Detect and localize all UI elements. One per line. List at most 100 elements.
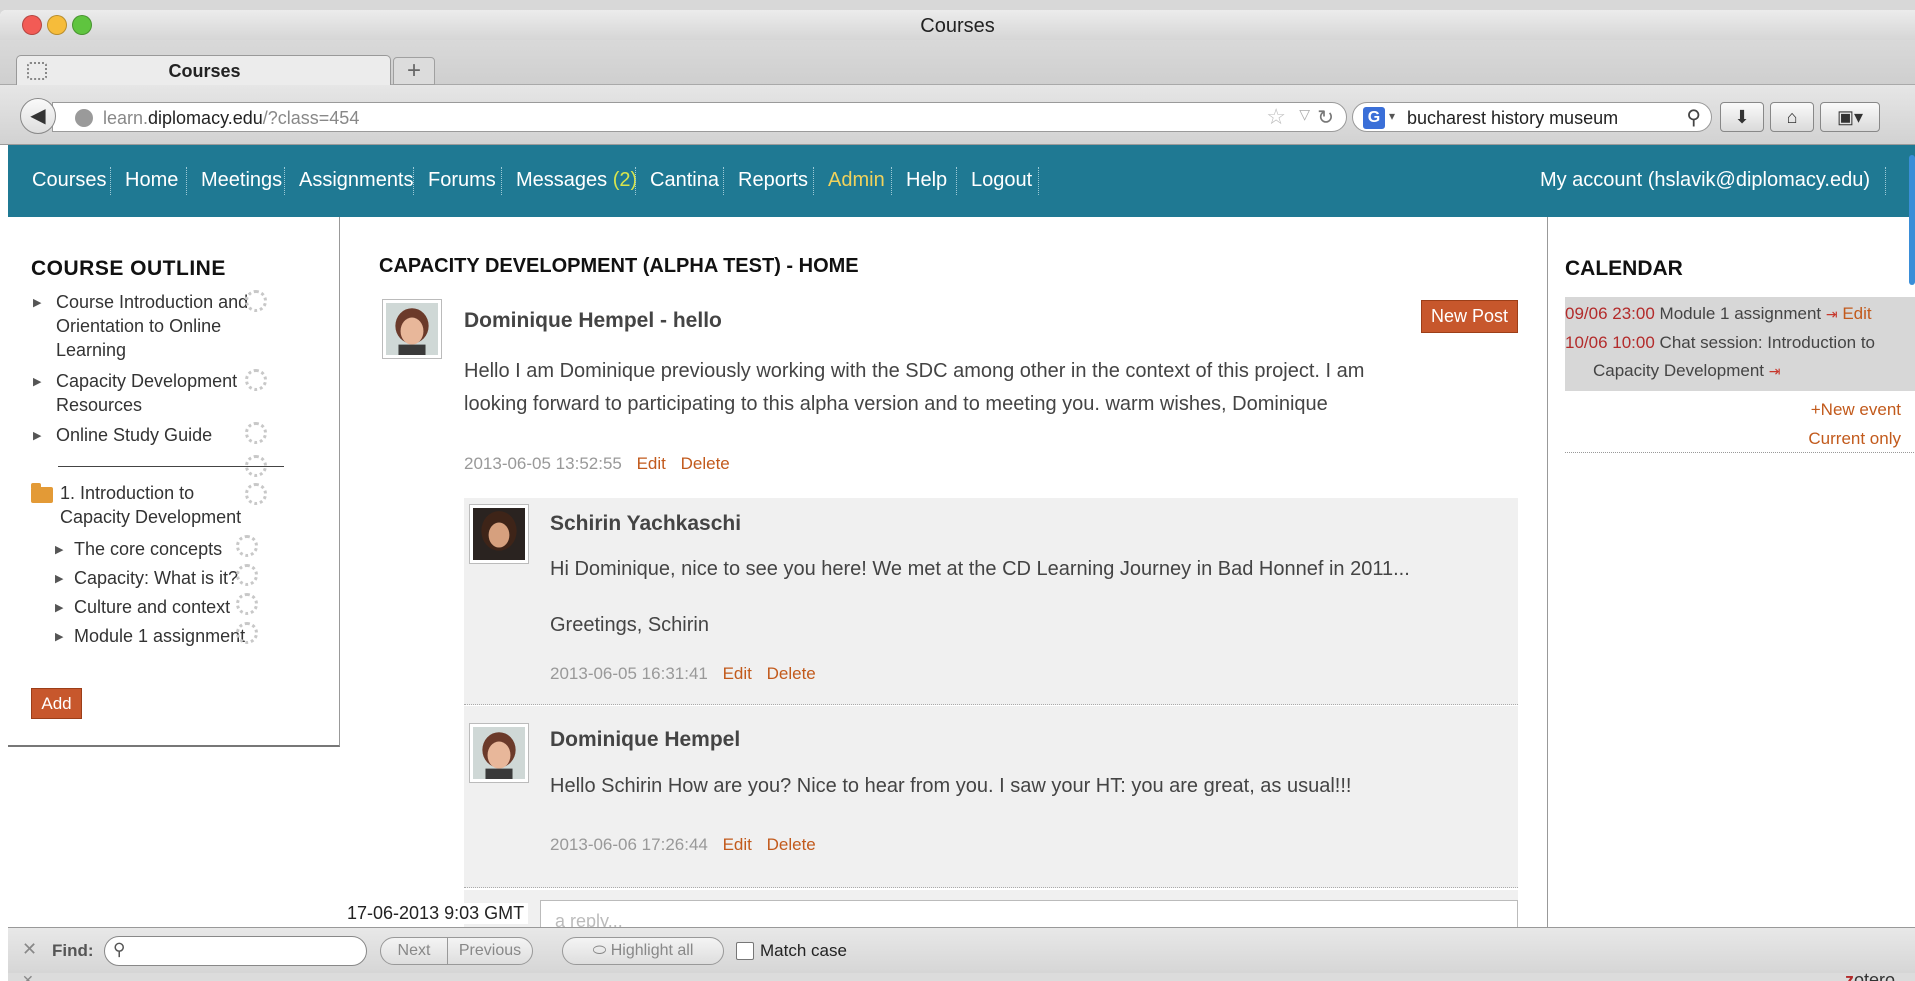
reply-body-line: Hi Dominique, nice to see you here! We m… [550, 558, 1410, 580]
menu-admin[interactable]: Admin [828, 169, 885, 192]
avatar [382, 299, 442, 359]
back-button[interactable]: ◀ [20, 98, 56, 134]
highlight-icon: ⬭ [592, 942, 607, 959]
open-event-icon[interactable]: ⇥ [1826, 306, 1838, 322]
menu-messages-label: Messages [516, 169, 608, 191]
calendar-event[interactable]: 09/06 23:00 Module 1 assignment ⇥ Edit [1565, 304, 1872, 324]
url-history-dropdown-icon[interactable]: ▽ [1299, 106, 1310, 123]
menu-separator [891, 167, 892, 195]
tab-bar: Courses + [0, 40, 1915, 86]
title-bar: Courses [0, 10, 1915, 40]
search-input[interactable]: bucharest history museum [1407, 108, 1618, 129]
module-item-core-concepts[interactable]: The core concepts [74, 537, 222, 561]
settings-gear-icon[interactable] [245, 422, 267, 444]
url-path: /?class=454 [262, 108, 360, 128]
edit-link[interactable]: Edit [723, 664, 752, 683]
edit-link[interactable]: Edit [637, 454, 666, 473]
new-tab-button[interactable]: + [393, 57, 435, 85]
find-input[interactable]: ⚲ [104, 936, 367, 966]
reply-author: Dominique Hempel [550, 728, 741, 751]
menu-help[interactable]: Help [906, 169, 947, 192]
menu-separator [1038, 167, 1039, 195]
settings-gear-icon[interactable] [245, 369, 267, 391]
find-bar: ✕ Find: ⚲ Next Previous ⬭ Highlight all … [8, 927, 1915, 973]
outline-item-label: Resources [56, 395, 143, 415]
search-icon[interactable]: ⚲ [1686, 105, 1701, 130]
menu-separator [723, 167, 724, 195]
downloads-button[interactable]: ⬇ [1720, 102, 1764, 132]
search-engine-dropdown-icon[interactable]: ▾ [1389, 109, 1395, 123]
post-author: Dominique Hempel - hello [464, 309, 722, 332]
find-previous-button[interactable]: Previous [447, 937, 533, 965]
new-event-link[interactable]: +New event [1811, 400, 1901, 420]
post-body: Hello I am Dominique previously working … [464, 355, 1364, 421]
calendar-panel: CALENDAR 09/06 23:00 Module 1 assignment… [1547, 217, 1915, 927]
reload-icon[interactable]: ↻ [1317, 105, 1334, 130]
module-item-assignment[interactable]: Module 1 assignment [74, 624, 245, 648]
google-search-engine-icon[interactable]: G [1363, 107, 1385, 129]
settings-gear-icon[interactable] [245, 483, 267, 505]
close-find-bar-icon[interactable]: ✕ [22, 939, 37, 960]
menu-separator [956, 167, 957, 195]
highlight-all-label: Highlight all [610, 942, 694, 959]
outline-module-introduction[interactable]: 1. Introduction to Capacity Development [60, 481, 241, 529]
outline-item-course-introduction[interactable]: Course Introduction and Orientation to O… [56, 290, 248, 362]
expand-arrow-icon[interactable]: ▶ [55, 630, 63, 643]
tab-courses[interactable]: Courses [16, 55, 391, 86]
search-bar[interactable]: G ▾ bucharest history museum ⚲ [1352, 102, 1712, 132]
menu-separator [813, 167, 814, 195]
menu-assignments[interactable]: Assignments [299, 169, 414, 192]
zotero-button[interactable]: zotero [1845, 970, 1895, 981]
edit-event-link[interactable]: Edit [1842, 304, 1871, 323]
bookmarks-menu-button[interactable]: ▣▾ [1820, 102, 1880, 132]
match-case-checkbox[interactable] [736, 942, 754, 960]
calendar-title: CALENDAR [1565, 257, 1683, 280]
menu-home[interactable]: Home [125, 169, 178, 192]
zotero-logo-text: otero [1853, 970, 1895, 981]
close-addon-bar-icon[interactable]: ✕ [22, 972, 34, 981]
menu-cantina[interactable]: Cantina [650, 169, 719, 192]
menu-courses[interactable]: Courses [32, 169, 106, 192]
home-button[interactable]: ⌂ [1770, 102, 1814, 132]
course-outline-panel: COURSE OUTLINE ▶ Course Introduction and… [8, 217, 340, 747]
bookmark-star-icon[interactable]: ☆ [1266, 104, 1286, 130]
expand-arrow-icon[interactable]: ▶ [33, 296, 41, 309]
settings-gear-icon[interactable] [236, 622, 258, 644]
my-account-link[interactable]: My account (hslavik@diplomacy.edu) [1540, 169, 1870, 192]
outline-item-label: Capacity Development [56, 371, 238, 391]
menu-reports[interactable]: Reports [738, 169, 808, 192]
find-next-button[interactable]: Next [380, 937, 448, 965]
settings-gear-icon[interactable] [236, 593, 258, 615]
expand-arrow-icon[interactable]: ▶ [33, 375, 41, 388]
url-text[interactable]: learn.diplomacy.edu/?class=454 [103, 108, 359, 129]
expand-arrow-icon[interactable]: ▶ [33, 429, 41, 442]
expand-arrow-icon[interactable]: ▶ [55, 601, 63, 614]
highlight-all-button[interactable]: ⬭ Highlight all [562, 937, 724, 965]
address-bar[interactable]: learn.diplomacy.edu/?class=454 ☆ ▽ ↻ [52, 102, 1347, 132]
menu-meetings[interactable]: Meetings [201, 169, 282, 192]
avatar-photo-icon [473, 508, 525, 560]
menu-messages[interactable]: Messages (2) [516, 169, 637, 192]
expand-arrow-icon[interactable]: ▶ [55, 572, 63, 585]
menu-logout[interactable]: Logout [971, 169, 1032, 192]
settings-gear-icon[interactable] [236, 564, 258, 586]
new-post-button[interactable]: New Post [1421, 300, 1518, 333]
settings-gear-icon[interactable] [245, 455, 267, 477]
calendar-event[interactable]: 10/06 10:00 Chat session: Introduction t… [1565, 333, 1875, 353]
current-only-link[interactable]: Current only [1808, 429, 1901, 449]
delete-link[interactable]: Delete [767, 664, 816, 683]
edit-link[interactable]: Edit [723, 835, 752, 854]
add-button[interactable]: Add [31, 688, 82, 719]
calendar-event-continued[interactable]: Capacity Development ⇥ [1593, 361, 1781, 381]
settings-gear-icon[interactable] [236, 535, 258, 557]
module-item-capacity[interactable]: Capacity: What is it? [74, 566, 238, 590]
outline-item-capacity-resources[interactable]: Capacity Development Resources [56, 369, 237, 417]
delete-link[interactable]: Delete [681, 454, 730, 473]
menu-forums[interactable]: Forums [428, 169, 496, 192]
delete-link[interactable]: Delete [767, 835, 816, 854]
outline-item-online-study-guide[interactable]: Online Study Guide [56, 423, 212, 447]
settings-gear-icon[interactable] [245, 290, 267, 312]
expand-arrow-icon[interactable]: ▶ [55, 543, 63, 556]
open-event-icon[interactable]: ⇥ [1769, 363, 1781, 379]
module-item-culture[interactable]: Culture and context [74, 595, 230, 619]
